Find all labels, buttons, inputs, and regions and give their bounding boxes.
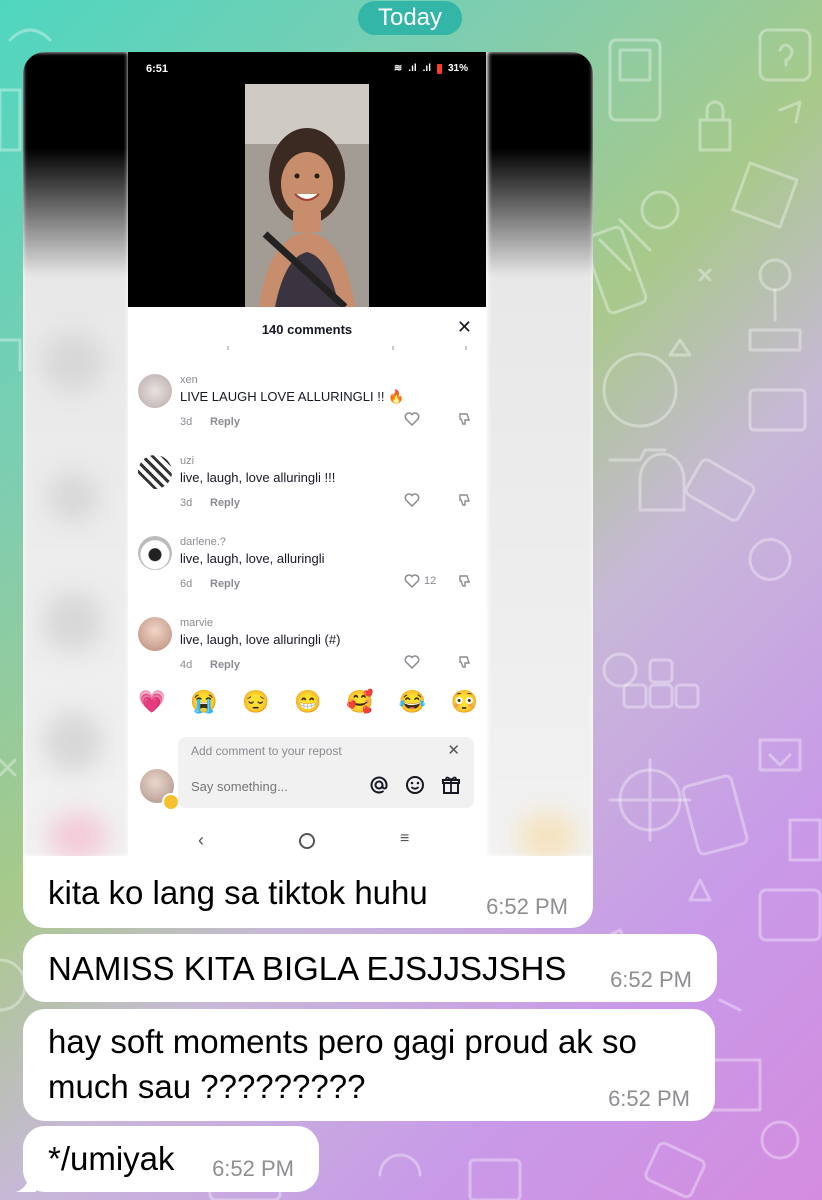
- repost-hint: Add comment to your repost: [191, 744, 342, 758]
- video-area: 6:51 ≋ .ıl .ıl 31%: [128, 52, 486, 307]
- message-bubble[interactable]: NAMISS KITA BIGLA EJSJJSJSHS 6:52 PM: [23, 934, 717, 1002]
- message-bubble[interactable]: hay soft moments pero gagi proud ak so m…: [23, 1009, 715, 1121]
- battery-icon: [436, 63, 442, 74]
- wifi-icon: ≋: [393, 63, 403, 74]
- screenshot-message[interactable]: 6:51 ≋ .ıl .ıl 31% 140 comments ✕ xen LI…: [23, 52, 593, 856]
- avatar[interactable]: [138, 455, 172, 489]
- home-icon[interactable]: [299, 833, 315, 849]
- quick-emoji-bar: 💗 😭 😔 😁 🥰 😂 😳: [138, 689, 478, 715]
- reply-button[interactable]: Reply: [210, 497, 240, 509]
- message-time: 6:52 PM: [212, 1156, 294, 1181]
- comment-text: live, laugh, love, alluringli: [180, 551, 325, 566]
- video-thumbnail: [245, 84, 369, 307]
- comment-username[interactable]: xen: [180, 374, 198, 386]
- comment-item: marvie live, laugh, love alluringli (#) …: [138, 617, 476, 679]
- thumbs-down-icon: [459, 575, 470, 587]
- message-text: NAMISS KITA BIGLA EJSJJSJSHS: [48, 950, 567, 987]
- status-time: 6:51: [146, 63, 169, 75]
- reply-button[interactable]: Reply: [210, 578, 240, 590]
- mention-icon[interactable]: [368, 774, 390, 796]
- signal-icon: .ıl: [422, 63, 431, 74]
- blur-blob: [518, 812, 578, 856]
- thumbs-down-icon: [459, 656, 470, 668]
- message-text: */umiyak: [48, 1140, 175, 1177]
- battery-percent: 31%: [447, 63, 468, 74]
- close-icon[interactable]: ✕: [457, 317, 472, 338]
- blur-blob: [43, 332, 103, 392]
- reply-button[interactable]: Reply: [210, 416, 240, 428]
- comments-sheet: 140 comments ✕ xen LIVE LAUGH LOVE ALLUR…: [128, 307, 486, 856]
- comment-text: LIVE LAUGH LOVE ALLURINGLI !! 🔥: [180, 389, 405, 404]
- android-nav-bar: ‹ ≡: [128, 825, 486, 855]
- message-text-line: hay soft moments pero gagi proud ak so: [48, 1023, 637, 1060]
- bubble-tail: [16, 1172, 36, 1192]
- blur-blob: [48, 812, 108, 856]
- emoji-button[interactable]: 😁: [294, 689, 321, 715]
- emoji-button[interactable]: 😂: [398, 689, 425, 715]
- comment-age: 3d: [180, 416, 193, 428]
- thumbs-down-icon: [459, 494, 470, 506]
- like-count: 12: [424, 575, 437, 587]
- message-bubble[interactable]: */umiyak 6:52 PM: [23, 1126, 319, 1192]
- reply-button[interactable]: Reply: [210, 659, 240, 671]
- dislike-button[interactable]: [458, 493, 472, 512]
- comment-text: live, laugh, love alluringli !!!: [180, 470, 336, 485]
- like-button[interactable]: [404, 655, 420, 669]
- comment-text: live, laugh, love alluringli (#): [180, 632, 341, 647]
- comment-item: darlene.? live, laugh, love, alluringli …: [138, 536, 476, 598]
- blurred-edge-right: [488, 52, 593, 856]
- like-button[interactable]: 12: [404, 574, 436, 588]
- dislike-button[interactable]: [458, 574, 472, 593]
- comment-input[interactable]: [191, 779, 341, 794]
- emoji-icon[interactable]: [404, 774, 426, 796]
- comment-username[interactable]: uzi: [180, 455, 194, 467]
- status-bar-right: ≋ .ıl .ıl 31%: [394, 63, 468, 74]
- recents-icon[interactable]: ≡: [400, 830, 409, 848]
- comments-count-title: 140 comments: [261, 322, 353, 337]
- emoji-button[interactable]: 😳: [451, 689, 478, 715]
- thumbs-down-icon: [459, 413, 470, 425]
- comment-age: 4d: [180, 659, 193, 671]
- dislike-button[interactable]: [458, 655, 472, 674]
- comment-age: 6d: [180, 578, 193, 590]
- person-photo: [245, 84, 369, 307]
- blur-blob: [43, 712, 103, 772]
- close-icon[interactable]: ✕: [447, 741, 460, 759]
- signal-icon: .ıl: [408, 63, 417, 74]
- like-button[interactable]: [404, 493, 420, 507]
- emoji-button[interactable]: 😔: [242, 689, 269, 715]
- scroll-remnant: [227, 346, 467, 350]
- avatar[interactable]: [138, 617, 172, 651]
- comment-username[interactable]: marvie: [180, 617, 213, 629]
- like-button[interactable]: [404, 412, 420, 426]
- emoji-button[interactable]: 🥰: [346, 689, 373, 715]
- comment-composer: Add comment to your repost ✕: [178, 737, 474, 808]
- message-time: 6:52 PM: [608, 1086, 690, 1111]
- heart-icon: [404, 574, 420, 588]
- comment-item: xen LIVE LAUGH LOVE ALLURINGLI !! 🔥 3d R…: [138, 374, 476, 436]
- avatar[interactable]: [138, 536, 172, 570]
- phone-screenshot: 6:51 ≋ .ıl .ıl 31% 140 comments ✕ xen LI…: [128, 52, 486, 856]
- comment-username[interactable]: darlene.?: [180, 536, 226, 548]
- comment-age: 3d: [180, 497, 193, 509]
- avatar[interactable]: [138, 374, 172, 408]
- heart-icon: [404, 412, 420, 426]
- message-text: kita ko lang sa tiktok huhu: [48, 874, 428, 911]
- date-separator: Today: [358, 1, 462, 35]
- heart-icon: [404, 655, 420, 669]
- heart-icon: [404, 493, 420, 507]
- gift-icon[interactable]: [440, 774, 462, 796]
- back-icon[interactable]: ‹: [198, 830, 204, 851]
- emoji-button[interactable]: 💗: [138, 689, 165, 715]
- message-text-line: much sau ?????????: [48, 1068, 366, 1105]
- message-time: 6:52 PM: [610, 967, 692, 992]
- blur-blob: [48, 472, 98, 522]
- blur-blob: [43, 592, 103, 652]
- message-time: 6:52 PM: [486, 894, 568, 919]
- dislike-button[interactable]: [458, 412, 472, 431]
- comment-item: uzi live, laugh, love alluringli !!! 3d …: [138, 455, 476, 517]
- emoji-button[interactable]: 😭: [190, 689, 217, 715]
- message-bubble[interactable]: kita ko lang sa tiktok huhu 6:52 PM: [23, 856, 593, 928]
